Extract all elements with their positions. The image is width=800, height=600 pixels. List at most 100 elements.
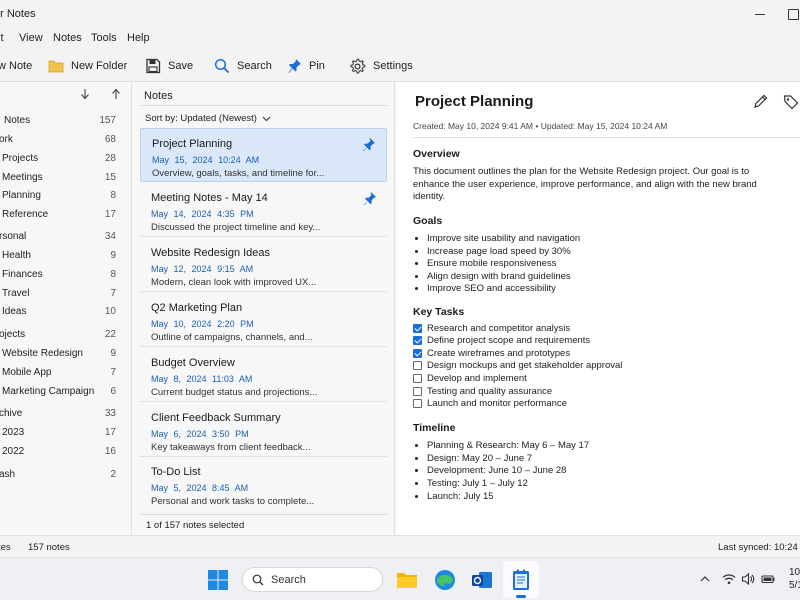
search-button[interactable]: Search [214,56,272,76]
sidebar-item-projects-group[interactable]: ojects 22 [0,326,124,344]
note-card[interactable]: Website Redesign Ideas May 12, 2024 9:15… [140,238,387,292]
pin-icon [288,59,301,73]
status-last-synced: Last synced: 10:24 AM [718,542,800,553]
menu-notes[interactable]: Notes [53,32,82,44]
pin-icon[interactable] [362,137,376,151]
new-folder-button[interactable]: New Folder [48,56,127,76]
timeline-item: Testing: July 1 – July 12 [415,478,528,489]
sidebar-item-count: 28 [104,153,116,164]
note-title: Website Redesign Ideas [151,247,271,259]
task-checkbox[interactable] [413,349,422,358]
divider [140,514,387,515]
clock-date: 5/1 [789,580,800,591]
note-editor: Project Planning Created: May 10, 2024 9… [396,82,800,535]
taskbar: Search 10 5/1 [0,557,800,600]
volume-icon[interactable] [741,572,755,586]
sort-descending-icon[interactable] [79,88,91,100]
sidebar-item-marketing-campaign[interactable]: Marketing Campaign 6 [0,383,124,401]
sort-ascending-icon[interactable] [110,88,122,100]
task-checkbox[interactable] [413,324,422,333]
sidebar-item-finances[interactable]: Finances 8 [0,266,124,284]
taskbar-clock[interactable]: 10 5/1 [789,566,800,592]
sidebar-item-health[interactable]: Health 9 [0,247,124,265]
sidebar-item-label: chive [0,408,23,419]
wifi-icon[interactable] [722,572,736,586]
task-checkbox[interactable] [413,361,422,370]
sidebar-item-planning[interactable]: Planning 8 [0,187,124,205]
sort-dropdown[interactable]: Sort by: Updated (Newest) [145,113,271,124]
sidebar-item-label: Meetings [2,172,43,183]
note-date: May 5, 2024 8:45 AM [151,483,249,493]
sidebar-item-reference[interactable]: Reference 17 [0,206,124,224]
windows-start-icon[interactable] [206,568,230,592]
sidebar-item-personal[interactable]: rsonal 34 [0,228,124,246]
sidebar-item-projects[interactable]: Projects 28 [0,150,124,168]
file-explorer-icon[interactable] [395,568,419,592]
menu-edit[interactable]: it [0,32,4,44]
note-card[interactable]: Q2 Marketing Plan May 10, 2024 2:20 PM O… [140,293,387,347]
timeline-item: Design: May 20 – June 7 [414,453,533,464]
menu-tools[interactable]: Tools [91,32,117,44]
sidebar-item-ideas[interactable]: Ideas 10 [0,303,124,321]
edit-icon[interactable] [752,94,768,110]
goal-item: Increase page load speed by 30% [415,246,571,257]
task-checkbox[interactable] [413,336,422,345]
settings-button[interactable]: Settings [349,56,413,76]
chevron-up-icon[interactable] [698,572,712,586]
note-preview: Key takeaways from client feedback... [151,442,311,453]
note-preview: Personal and work tasks to complete... [151,496,315,507]
battery-icon[interactable] [761,572,775,586]
note-card[interactable]: To-Do List May 5, 2024 8:45 AM Personal … [140,457,387,511]
sidebar-item-label: Finances [2,269,43,280]
sidebar-item-count: 7 [110,367,116,378]
divider [140,105,387,106]
menu-view[interactable]: View [19,32,43,44]
taskbar-search[interactable]: Search [242,567,383,592]
sidebar-item-count: 8 [110,190,116,201]
sidebar-item-website-redesign[interactable]: Website Redesign 9 [0,345,124,363]
section-heading-goals: Goals [413,215,443,227]
sidebar-item-trash[interactable]: ash 2 [0,466,124,484]
note-card[interactable]: Meeting Notes - May 14 May 14, 2024 4:35… [140,183,387,237]
note-preview: Outline of campaigns, channels, and... [151,332,313,343]
note-title: To-Do List [151,466,201,478]
notes-app-icon[interactable] [509,568,533,592]
menu-help[interactable]: Help [127,32,150,44]
note-preview: Overview, goals, tasks, and timeline for… [152,168,325,179]
sidebar-item-all-notes[interactable]: Notes 157 [0,112,124,130]
task-checkbox[interactable] [413,387,422,396]
note-title: Client Feedback Summary [151,412,281,424]
sidebar-item-count: 6 [110,386,116,397]
sidebar-item-mobile-app[interactable]: Mobile App 7 [0,364,124,382]
tag-icon[interactable] [783,94,799,110]
chevron-down-icon [262,116,271,121]
note-metadata: Created: May 10, 2024 9:41 AM • Updated:… [413,121,668,131]
note-preview: Modern, clean look with improved UX... [151,277,317,288]
note-card[interactable]: Budget Overview May 8, 2024 11:03 AM Cur… [140,348,387,402]
sidebar-item-count: 16 [104,446,116,457]
sidebar-item-meetings[interactable]: Meetings 15 [0,169,124,187]
pin-button[interactable]: Pin [288,56,325,76]
task-checkbox[interactable] [413,374,422,383]
sidebar-item-work[interactable]: ork 68 [0,131,124,149]
maximize-button[interactable] [786,6,800,22]
pin-icon[interactable] [363,191,377,205]
save-button[interactable]: Save [145,56,193,76]
note-card[interactable]: Client Feedback Summary May 6, 2024 3:50… [140,403,387,457]
edge-icon[interactable] [433,568,457,592]
sidebar-item-travel[interactable]: Travel 7 [0,285,124,303]
outlook-icon[interactable] [470,568,494,592]
sidebar-item-label: Health [2,250,31,261]
title-bar: er Notes [0,0,800,28]
note-heading[interactable]: Project Planning [415,93,533,110]
note-card[interactable]: Project Planning May 15, 2024 10:24 AM O… [140,128,387,182]
sidebar-item-2022[interactable]: 2022 16 [0,443,124,461]
minimize-button[interactable] [752,6,768,22]
task-checkbox[interactable] [413,399,422,408]
new-note-button[interactable]: w Note [0,56,32,76]
goal-item: Align design with brand guidelines [415,271,571,282]
note-date: May 10, 2024 2:20 PM [151,319,254,329]
sidebar-item-count: 17 [104,427,116,438]
sidebar-item-archive[interactable]: chive 33 [0,405,124,423]
sidebar-item-2023[interactable]: 2023 17 [0,424,124,442]
